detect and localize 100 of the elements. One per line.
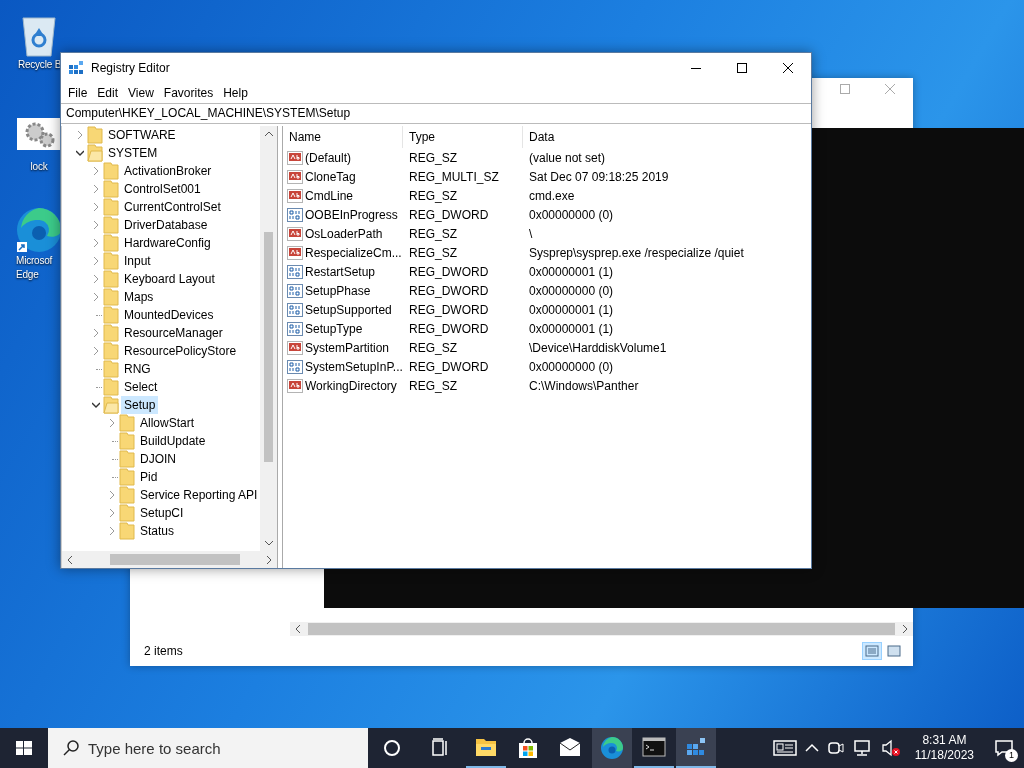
value-type: REG_DWORD xyxy=(408,321,490,336)
gears-icon[interactable] xyxy=(17,118,61,150)
menu-item[interactable]: Help xyxy=(218,83,253,103)
tree-item[interactable]: ResourcePolicyStore xyxy=(121,342,240,360)
expand-chevron-icon[interactable] xyxy=(108,491,116,499)
expand-chevron-icon[interactable] xyxy=(92,347,100,355)
value-name[interactable]: SystemPartition xyxy=(305,340,390,355)
notification-icon[interactable] xyxy=(994,738,1014,758)
expand-chevron-icon[interactable] xyxy=(92,275,100,283)
tree-item[interactable]: Status xyxy=(137,522,178,540)
desktop-icon-label: Edge xyxy=(15,268,39,282)
browser-app-button[interactable] xyxy=(592,728,632,768)
tree-item[interactable]: Setup xyxy=(121,396,159,414)
tree-item[interactable]: MountedDevices xyxy=(121,306,217,324)
clock-date[interactable]: 11/18/2023 xyxy=(914,748,974,763)
value-type: REG_SZ xyxy=(408,340,458,355)
expand-chevron-icon[interactable] xyxy=(92,221,100,229)
expand-chevron-icon[interactable] xyxy=(92,239,100,247)
menu-item[interactable]: View xyxy=(123,83,159,103)
expand-chevron-icon[interactable] xyxy=(92,185,100,193)
value-name[interactable]: SetupSupported xyxy=(305,302,392,317)
menu-item[interactable]: File xyxy=(63,83,93,103)
tree-item[interactable]: SOFTWARE xyxy=(105,126,179,144)
column-header[interactable]: Type xyxy=(403,126,523,148)
tree-item[interactable]: Service Reporting API xyxy=(137,486,260,504)
expand-chevron-icon[interactable] xyxy=(108,527,116,535)
menu-item[interactable]: Edit xyxy=(92,83,124,103)
tree-item[interactable]: Select xyxy=(121,378,161,396)
tree-item[interactable]: Maps xyxy=(121,288,157,306)
volume-muted-icon[interactable] xyxy=(880,738,901,758)
tree-item[interactable]: BuildUpdate xyxy=(137,432,209,450)
value-data: Sysprep\sysprep.exe /respecialize /quiet xyxy=(528,245,745,260)
value-type: REG_DWORD xyxy=(408,359,490,374)
tree-item[interactable]: RNG xyxy=(121,360,154,378)
menu-item[interactable]: Favorites xyxy=(158,83,219,103)
value-name[interactable]: SystemSetupInP... xyxy=(305,359,403,374)
value-name[interactable]: (Default) xyxy=(305,150,351,165)
tree-item[interactable]: DriverDatabase xyxy=(121,216,211,234)
value-name[interactable]: WorkingDirectory xyxy=(305,378,397,393)
tree-item[interactable]: ActivationBroker xyxy=(121,162,215,180)
terminal-icon xyxy=(642,735,666,759)
column-header[interactable]: Name xyxy=(283,126,403,148)
expand-chevron-icon[interactable] xyxy=(92,329,100,337)
expand-chevron-icon[interactable] xyxy=(76,131,84,139)
tree-item[interactable]: Keyboard Layout xyxy=(121,270,218,288)
network-icon[interactable] xyxy=(852,738,873,758)
value-name[interactable]: SetupType xyxy=(305,321,363,336)
scroll-right-icon[interactable] xyxy=(901,625,909,633)
tree-item[interactable]: Input xyxy=(121,252,154,270)
value-data: 0x00000000 (0) xyxy=(528,283,615,298)
tree-item[interactable]: ResourceManager xyxy=(121,324,226,342)
value-type: REG_DWORD xyxy=(408,283,490,298)
value-type: REG_DWORD xyxy=(408,207,490,222)
clock-time[interactable]: 8:31 AM xyxy=(922,733,967,748)
value-name[interactable]: CmdLine xyxy=(305,188,354,203)
scroll-right-icon[interactable] xyxy=(265,555,273,564)
tree-item[interactable]: AllowStart xyxy=(137,414,198,432)
value-type: REG_SZ xyxy=(408,245,458,260)
value-name[interactable]: RestartSetup xyxy=(305,264,376,279)
horizontal-scrollbar[interactable] xyxy=(290,622,913,636)
edge-browser-icon xyxy=(600,736,624,760)
value-type: REG_DWORD xyxy=(408,264,490,279)
value-name[interactable]: OOBEInProgress xyxy=(305,207,398,222)
large-icons-view-icon[interactable] xyxy=(885,643,903,659)
tree-item[interactable]: Pid xyxy=(137,468,161,486)
tree-item[interactable]: CurrentControlSet xyxy=(121,198,224,216)
horizontal-scrollbar[interactable] xyxy=(62,551,277,568)
value-name[interactable]: SetupPhase xyxy=(305,283,371,298)
scroll-up-icon[interactable] xyxy=(263,130,274,138)
desktop-icon-label: Microsof xyxy=(15,254,53,268)
tree-item[interactable]: HardwareConfig xyxy=(121,234,214,252)
search-icon xyxy=(62,739,80,757)
value-data: cmd.exe xyxy=(528,188,576,203)
expand-chevron-icon[interactable] xyxy=(108,419,116,427)
news-icon[interactable] xyxy=(772,738,797,758)
edge-browser-icon[interactable] xyxy=(15,206,63,254)
scroll-left-icon[interactable] xyxy=(66,555,74,564)
expand-chevron-icon[interactable] xyxy=(92,167,100,175)
value-name[interactable]: CloneTag xyxy=(305,169,356,184)
tree-item[interactable]: SetupCI xyxy=(137,504,187,522)
tree-item[interactable]: SYSTEM xyxy=(105,144,161,162)
value-data: 0x00000001 (1) xyxy=(528,264,615,279)
value-name[interactable]: RespecializeCm... xyxy=(305,245,402,260)
scroll-left-icon[interactable] xyxy=(294,625,302,633)
collapse-chevron-icon[interactable] xyxy=(76,149,84,157)
vertical-scrollbar[interactable] xyxy=(260,126,277,551)
expand-chevron-icon[interactable] xyxy=(92,257,100,265)
tree-item[interactable]: ControlSet001 xyxy=(121,180,204,198)
search-field[interactable]: Type here to search xyxy=(48,728,368,768)
address-bar[interactable]: Computer\HKEY_LOCAL_MACHINE\SYSTEM\Setup xyxy=(61,103,811,124)
expand-chevron-icon[interactable] xyxy=(108,509,116,517)
expand-chevron-icon[interactable] xyxy=(92,203,100,211)
expand-chevron-icon[interactable] xyxy=(92,293,100,301)
tree-item[interactable]: DJOIN xyxy=(137,450,179,468)
column-header[interactable]: Data xyxy=(523,126,811,148)
registry-app-button[interactable] xyxy=(676,728,716,768)
value-data: 0x00000001 (1) xyxy=(528,302,615,317)
scroll-down-icon[interactable] xyxy=(263,539,274,547)
collapse-chevron-icon[interactable] xyxy=(92,401,100,409)
value-name[interactable]: OsLoaderPath xyxy=(305,226,383,241)
